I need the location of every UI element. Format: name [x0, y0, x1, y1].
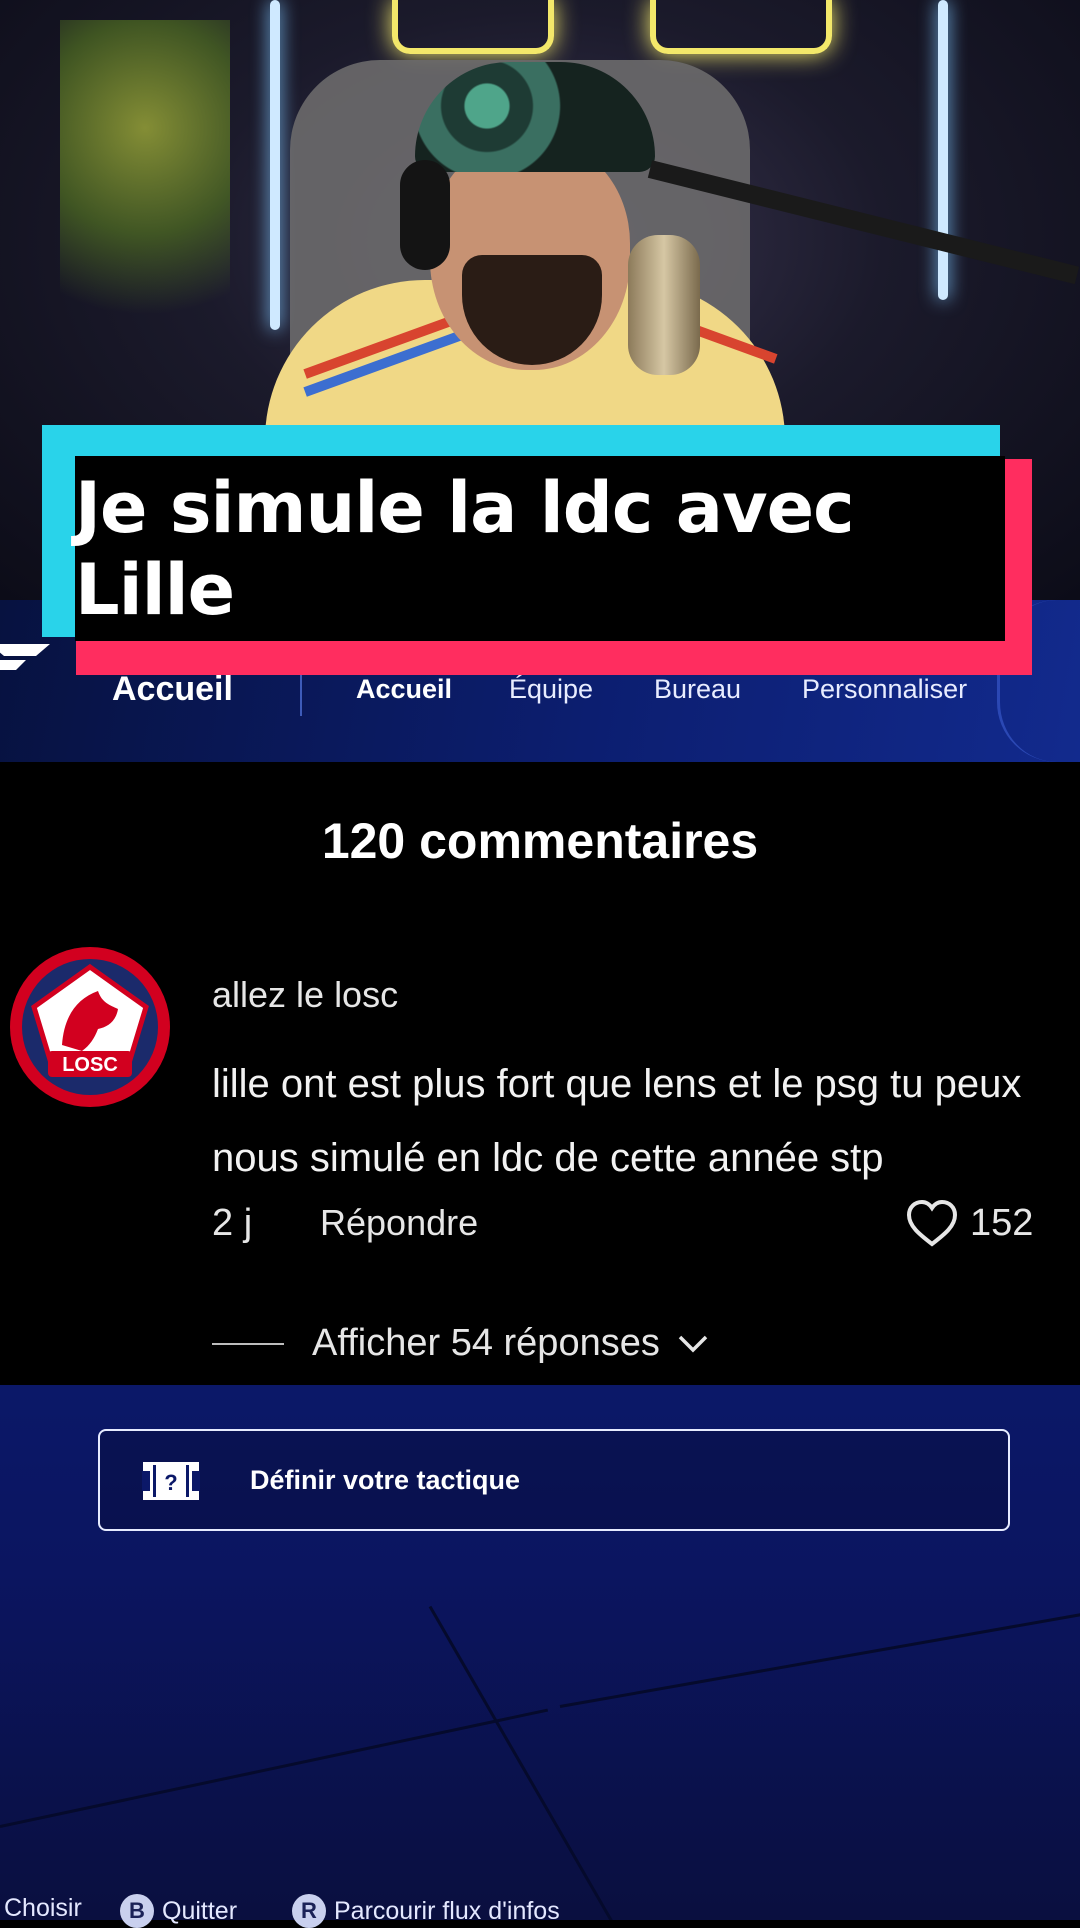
controls-legend: Choisir B Quitter R Parcourir flux d'inf… — [0, 1894, 1080, 1928]
legend-label: Parcourir flux d'infos — [334, 1896, 560, 1925]
comments-panel: 120 commentaires LOSC allez le losc lill… — [0, 762, 1080, 1385]
legend-browse-news: R Parcourir flux d'infos — [292, 1894, 560, 1928]
comment-username[interactable]: allez le losc — [212, 974, 398, 1016]
headset — [400, 160, 450, 270]
plant-decor — [60, 20, 230, 380]
legend-label: Choisir — [4, 1894, 82, 1922]
reply-button[interactable]: Répondre — [320, 1202, 478, 1244]
microphone — [628, 235, 700, 375]
heart-icon[interactable] — [905, 1197, 959, 1251]
banner-body: Je simule la ldc avec Lille — [75, 456, 1005, 641]
game-background-field: ? Définir votre tactique — [0, 1385, 1080, 1920]
video-title-banner: Je simule la ldc avec Lille — [42, 425, 1032, 675]
neon-light-decor — [938, 0, 948, 300]
avatar-club-text: LOSC — [62, 1054, 118, 1076]
comments-count-heading: 120 commentaires — [321, 813, 759, 869]
tactics-board-icon: ? — [142, 1462, 200, 1500]
r-button-icon: R — [292, 1894, 326, 1928]
legend-quit: B Quitter — [120, 1894, 237, 1928]
show-replies-label: Afficher 54 réponses — [312, 1322, 660, 1364]
tab-bureau[interactable]: Bureau — [654, 674, 741, 705]
menu-section-title: Accueil — [112, 670, 233, 708]
b-button-icon: B — [120, 1894, 154, 1928]
replies-divider — [212, 1342, 284, 1345]
tab-equipe[interactable]: Équipe — [509, 674, 593, 705]
floor-line — [0, 1708, 549, 1828]
neon-light-decor — [650, 0, 832, 54]
floor-line — [559, 1607, 1080, 1708]
comment-timestamp: 2 j — [212, 1202, 253, 1244]
legend-label: Quitter — [162, 1896, 238, 1925]
neon-light-decor — [392, 0, 554, 54]
svg-text:?: ? — [164, 1470, 177, 1495]
comment-text: lille ont est plus fort que lens et le p… — [212, 1062, 1022, 1180]
like-count: 152 — [970, 1202, 1034, 1244]
video-title: Je simule la ldc avec Lille — [75, 466, 855, 631]
legend-choose: Choisir — [4, 1894, 82, 1923]
chevron-down-icon — [678, 1335, 708, 1352]
tab-personnaliser[interactable]: Personnaliser — [802, 674, 967, 705]
tab-accueil[interactable]: Accueil — [356, 674, 452, 705]
neon-light-decor — [270, 0, 280, 330]
define-tactic-label: Définir votre tactique — [250, 1465, 521, 1495]
show-replies-button[interactable]: Afficher 54 réponses — [212, 1322, 710, 1365]
commenter-avatar[interactable]: LOSC — [10, 947, 170, 1107]
define-tactic-button[interactable]: ? Définir votre tactique — [98, 1429, 1010, 1531]
floor-line — [428, 1605, 642, 1920]
